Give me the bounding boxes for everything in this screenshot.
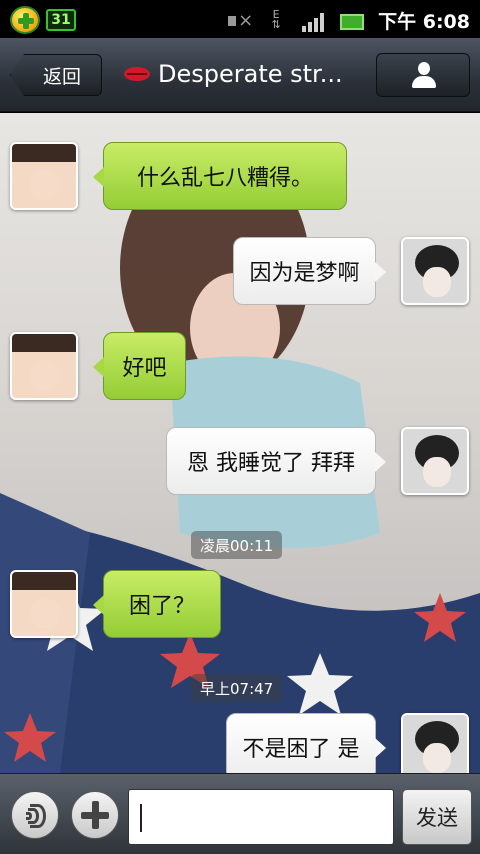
sent-message[interactable]: 不是困了 是 [226,713,386,773]
text-cursor [140,804,142,832]
status-bar: 31 E⇅ 下午 6:08 [0,0,480,38]
add-attachment-button[interactable] [71,791,119,839]
voice-icon [24,803,50,829]
system-icons: E⇅ 下午 6:08 [226,7,470,34]
my-avatar[interactable] [401,713,469,773]
notification-icons: 31 [10,6,76,34]
title-bar: 返回 Desperate str... [0,38,480,112]
received-message[interactable]: 好吧 [93,332,186,400]
send-button[interactable]: 发送 [402,789,472,845]
message-input[interactable] [128,789,394,845]
clock: 下午 6:08 [378,11,470,33]
composer-bar: 发送 [0,773,480,854]
profile-button[interactable] [376,53,470,97]
timestamp: 早上07:47 [191,674,283,702]
sent-message[interactable]: 恩 我睡觉了 拜拜 [166,427,386,495]
contact-avatar[interactable] [10,142,78,210]
voice-button[interactable] [11,791,59,839]
contact-avatar[interactable] [10,570,78,638]
app-plus-icon [10,6,40,34]
chat-area[interactable]: 什么乱七八糟得。 因为是梦啊 好吧 恩 我睡觉了 拜拜 凌晨00:11 困了？ … [0,113,480,773]
received-message[interactable]: 什么乱七八糟得。 [93,142,347,210]
timestamp: 凌晨00:11 [191,531,283,559]
calendar-badge-icon: 31 [46,9,76,31]
contact-avatar[interactable] [10,332,78,400]
received-message[interactable]: 困了？ [93,570,221,638]
my-avatar[interactable] [401,427,469,495]
person-icon [412,62,436,88]
data-transfer-icon: E ⇅ [271,7,281,31]
lips-icon [124,67,150,81]
signal-icon [302,10,326,32]
chat-title-text: Desperate str... [158,60,343,88]
plus-icon [81,801,109,829]
battery-icon [340,14,365,30]
mute-icon [226,10,253,32]
chat-title: Desperate str... [124,60,364,88]
back-button[interactable]: 返回 [10,54,102,96]
my-avatar[interactable] [401,237,469,305]
sent-message[interactable]: 因为是梦啊 [233,237,386,305]
